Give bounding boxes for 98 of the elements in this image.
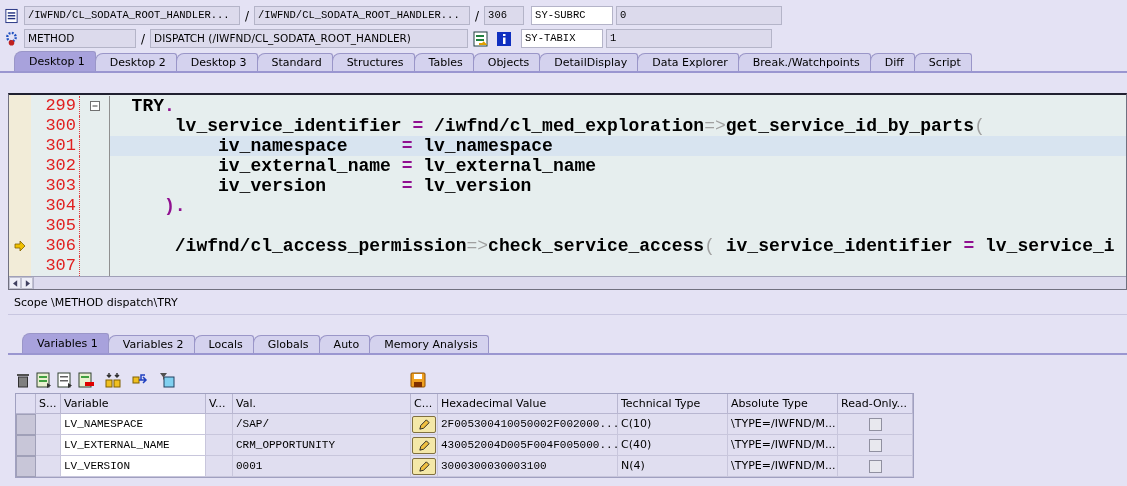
system-field-value: 1 [606, 29, 773, 48]
system-field-value: 0 [616, 6, 783, 25]
table-cell: \TYPE=/IWFND/M... [728, 435, 838, 456]
line-number: 305 [31, 216, 80, 236]
column-header[interactable]: Variable [61, 394, 206, 414]
code-line: iv_external_name = lv_external_name [217, 156, 597, 176]
scroll-right-button[interactable] [21, 277, 33, 289]
column-header[interactable]: Read-Only... [838, 394, 913, 414]
line-number: 303 [31, 176, 80, 196]
table-cell: LV_NAMESPACE [61, 414, 206, 435]
code-line: iv_version = lv_version [217, 176, 532, 196]
scope-text: Scope \METHOD dispatch\TRY [8, 290, 1127, 315]
edit-button[interactable] [412, 415, 436, 433]
variables-tab[interactable]: Globals [252, 335, 320, 353]
edit-button[interactable] [412, 457, 436, 475]
pencil-icon [417, 438, 431, 452]
include-field: /IWFND/CL_SODATA_ROOT_HANDLER... [254, 6, 471, 25]
table-cell: C(40) [618, 435, 728, 456]
desktop-tab[interactable]: Diff [869, 53, 915, 71]
table-cell: \TYPE=/IWFND/M... [728, 456, 838, 477]
variables-tab[interactable]: Locals [193, 335, 254, 353]
table-cell [206, 414, 233, 435]
variables-tab[interactable]: Memory Analysis [369, 335, 489, 353]
variables-tab[interactable]: Variables 1 [22, 333, 109, 353]
variables-tab[interactable]: Auto [318, 335, 371, 353]
table-cell: C(10) [618, 414, 728, 435]
code-line: ). [163, 196, 186, 216]
desktop-tab[interactable]: Desktop 1 [14, 51, 96, 71]
desktop-tab[interactable]: Script [913, 53, 972, 71]
list-icon[interactable] [4, 7, 19, 24]
code-line: /iwfnd/cl_access_permission=>check_service_access( iv_service_identifier = lv_service_i [173, 236, 1115, 256]
desktop-tab[interactable]: Standard [256, 53, 333, 71]
table-cell: 0001 [233, 456, 411, 477]
pencil-icon [417, 459, 431, 473]
table-cell: 3000300030003100 [438, 456, 618, 477]
table-cell [206, 456, 233, 477]
table-cell: LV_VERSION [61, 456, 206, 477]
event-type-field: METHOD [24, 29, 136, 48]
line-number: 302 [31, 156, 80, 176]
desktop-tab[interactable]: Tables [413, 53, 474, 71]
checkbox[interactable] [868, 417, 882, 431]
code-line: lv_service_identifier = /iwfnd/cl_med_exploration=>get_service_id_by_parts( [173, 116, 985, 136]
column-header[interactable]: S... [36, 394, 61, 414]
checkbox[interactable] [868, 438, 882, 452]
pencil-icon [417, 417, 431, 431]
left-triangle-icon [12, 279, 18, 287]
table-cell: \TYPE=/IWFND/M... [728, 414, 838, 435]
line-number: 304 [31, 196, 80, 216]
scroll-left-button[interactable] [9, 277, 21, 289]
edit-button[interactable] [412, 436, 436, 454]
separator-text: / [140, 31, 147, 46]
desktop-tab[interactable]: DetailDisplay [539, 53, 639, 71]
gear-icon[interactable] [4, 30, 19, 47]
table-cell [206, 435, 233, 456]
trash-icon[interactable] [15, 372, 31, 388]
scrollbar[interactable] [33, 277, 1126, 289]
desktop-tab[interactable]: Objects [472, 53, 541, 71]
line-number: 300 [31, 116, 80, 136]
separator-text: / [244, 8, 251, 23]
line-field: 306 [484, 6, 525, 25]
event-field: DISPATCH (/IWFND/CL_SODATA_ROOT_HANDLER) [150, 29, 469, 48]
desktop-tab[interactable]: Desktop 3 [175, 53, 258, 71]
info-icon[interactable] [496, 30, 513, 47]
column-header[interactable]: Hexadecimal Value [438, 394, 618, 414]
line-number: 301 [31, 136, 80, 156]
table-cell: 2F005300410050002F002000... [438, 414, 618, 435]
arrows-down-icon[interactable] [105, 372, 121, 388]
column-header[interactable]: Val. [233, 394, 411, 414]
column-header[interactable]: Technical Type [618, 394, 728, 414]
column-header[interactable]: C... [411, 394, 438, 414]
variables-tab[interactable]: Variables 2 [107, 335, 195, 353]
code-line: TRY. [130, 96, 175, 116]
line-number: 299 [31, 96, 80, 116]
code-line: iv_namespace = lv_namespace [217, 136, 553, 156]
table-cell: 430052004D005F004F005000... [438, 435, 618, 456]
checkbox[interactable] [868, 459, 882, 473]
table-cell: CRM_OPPORTUNITY [233, 435, 411, 456]
document-remove-icon[interactable] [78, 372, 94, 388]
save-icon[interactable] [410, 372, 426, 388]
desktop-tab[interactable]: Structures [331, 53, 415, 71]
program-field: /IWFND/CL_SODATA_ROOT_HANDLER... [24, 6, 240, 25]
desktop-tab[interactable]: Desktop 2 [94, 53, 177, 71]
desktop-tab[interactable]: Data Explorer [637, 53, 739, 71]
column-header[interactable]: Absolute Type [728, 394, 838, 414]
document-icon[interactable] [57, 372, 73, 388]
document-icon[interactable] [36, 372, 52, 388]
system-field-name: SY-TABIX [521, 29, 604, 48]
desktop-tab[interactable]: Break./Watchpoints [737, 53, 871, 71]
collapse-icon[interactable] [90, 101, 100, 111]
table-cell: N(4) [618, 456, 728, 477]
filter-icon[interactable] [159, 372, 175, 388]
table-cell: LV_EXTERNAL_NAME [61, 435, 206, 456]
separator-text: / [474, 8, 481, 23]
column-header[interactable]: V... [206, 394, 233, 414]
table-cell: /SAP/ [233, 414, 411, 435]
right-triangle-icon [24, 279, 30, 287]
system-field-name: SY-SUBRC [531, 6, 614, 25]
line-number: 306 [31, 236, 80, 256]
